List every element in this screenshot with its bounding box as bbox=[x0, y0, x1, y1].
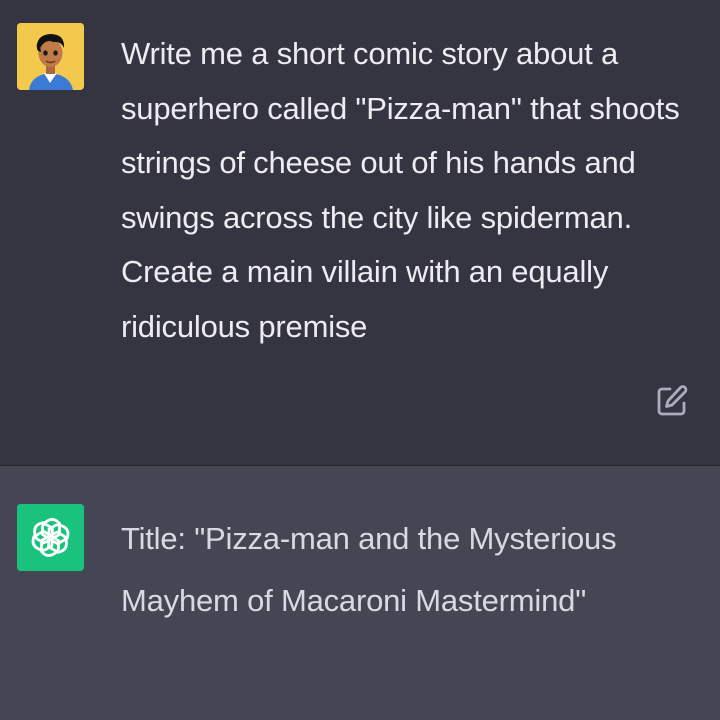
user-message-text: Write me a short comic story about a sup… bbox=[121, 36, 680, 344]
assistant-message: Title: "Pizza-man and the Mysterious May… bbox=[0, 466, 720, 720]
user-message: Write me a short comic story about a sup… bbox=[0, 0, 720, 466]
user-avatar-icon bbox=[17, 23, 84, 90]
assistant-message-text: Title: "Pizza-man and the Mysterious May… bbox=[121, 521, 617, 618]
edit-icon[interactable] bbox=[654, 383, 690, 419]
openai-logo-icon bbox=[17, 504, 84, 571]
